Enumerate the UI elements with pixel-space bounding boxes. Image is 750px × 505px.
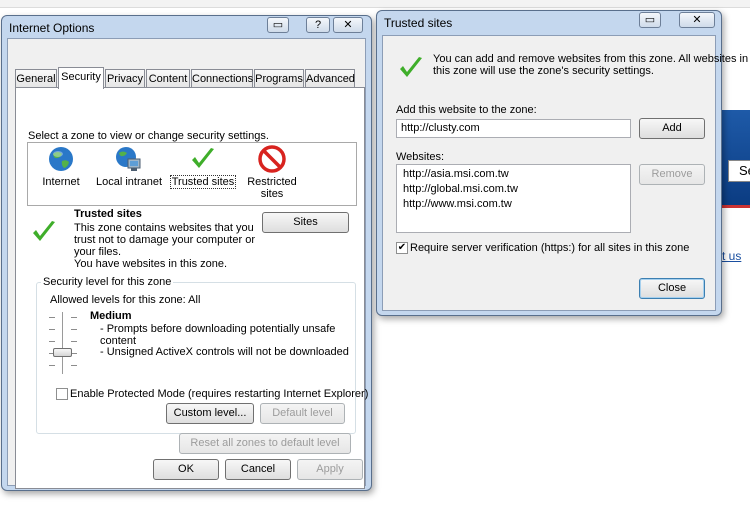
- tab-general[interactable]: General: [15, 69, 57, 88]
- zone-list[interactable]: Internet Local intranet Trusted sites Re…: [27, 142, 357, 206]
- restore-icon: ▭: [272, 19, 284, 31]
- restore-button[interactable]: ▭: [267, 17, 289, 33]
- globe-icon: [49, 147, 73, 171]
- require-https-label: Require server verification (https:) for…: [410, 242, 690, 254]
- internet-options-titlebar[interactable]: Internet Options ? ✕ ▭: [2, 16, 371, 40]
- security-level-slider[interactable]: [48, 310, 78, 376]
- browser-page-topbar: [0, 0, 750, 8]
- protected-mode-label: Enable Protected Mode (requires restarti…: [70, 388, 369, 400]
- intranet-icon: [116, 147, 141, 171]
- add-website-label: Add this website to the zone:: [396, 104, 537, 116]
- zone-desc-line: You have websites in this zone.: [74, 258, 228, 270]
- close-dialog-button[interactable]: Close: [639, 278, 705, 299]
- list-item[interactable]: http://global.msi.com.tw: [403, 183, 518, 195]
- reset-all-zones-button[interactable]: Reset all zones to default level: [179, 433, 351, 454]
- websites-list[interactable]: http://asia.msi.com.tw http://global.msi…: [396, 164, 631, 233]
- zone-restricted-sites[interactable]: Restricted sites: [240, 145, 304, 200]
- zone-trusted-sites[interactable]: Trusted sites: [166, 145, 240, 189]
- tab-programs[interactable]: Programs: [254, 69, 304, 88]
- close-icon: ✕: [692, 14, 702, 26]
- zone-label: Restricted: [247, 176, 297, 188]
- trusted-sites-titlebar[interactable]: Trusted sites ▭ ✕: [377, 11, 721, 35]
- zone-description: This zone contains websites that you tru…: [74, 222, 255, 270]
- security-tab-panel: Select a zone to view or change security…: [15, 87, 369, 489]
- page-accent-line: [720, 205, 750, 208]
- level-desc-line: - Prompts before downloading potentially…: [100, 323, 336, 335]
- window-title: Trusted sites: [384, 16, 453, 30]
- slider-thumb[interactable]: [53, 348, 72, 357]
- apply-button[interactable]: Apply: [297, 459, 363, 480]
- tab-content[interactable]: Content: [146, 69, 190, 88]
- trusted-sites-info: You can add and remove websites from thi…: [433, 53, 748, 77]
- zone-local-intranet[interactable]: Local intranet: [92, 145, 166, 188]
- level-desc-line: - Unsigned ActiveX controls will not be …: [100, 346, 349, 358]
- zone-internet[interactable]: Internet: [34, 145, 88, 188]
- slider-ticks: [49, 310, 55, 376]
- zone-label: Internet: [42, 176, 80, 188]
- info-line: You can add and remove websites from thi…: [433, 53, 749, 65]
- allowed-levels-label: Allowed levels for this zone: All: [50, 294, 201, 306]
- help-button[interactable]: ?: [306, 17, 330, 33]
- custom-level-button[interactable]: Custom level...: [166, 403, 254, 424]
- checkmark-icon: [33, 221, 55, 241]
- trusted-sites-client: You can add and remove websites from thi…: [382, 35, 748, 311]
- zone-prompt: Select a zone to view or change security…: [28, 130, 269, 142]
- require-https-checkbox[interactable]: ✔: [396, 242, 408, 254]
- zone-desc-line: your files.: [74, 246, 122, 258]
- page-search-button[interactable]: Se: [728, 160, 750, 182]
- sites-button[interactable]: Sites: [262, 212, 349, 233]
- level-description: - Prompts before downloading potentially…: [100, 323, 349, 359]
- security-level-title: Security level for this zone: [41, 276, 174, 288]
- info-line: this zone will use the zone's security s…: [433, 65, 654, 77]
- restore-button[interactable]: ▭: [639, 12, 661, 28]
- add-button[interactable]: Add: [639, 118, 705, 139]
- add-website-input[interactable]: http://clusty.com: [396, 119, 631, 138]
- trusted-sites-window: Trusted sites ▭ ✕ You can add and remove…: [376, 10, 748, 316]
- tab-security[interactable]: Security: [58, 67, 104, 89]
- zone-label: Trusted sites: [169, 175, 237, 189]
- restore-icon: ▭: [644, 14, 656, 26]
- window-title: Internet Options: [9, 21, 95, 35]
- slider-ticks-right: [71, 310, 77, 376]
- zone-desc-line: trust not to damage your computer or: [74, 234, 255, 246]
- zone-label-line2: sites: [260, 188, 284, 200]
- websites-label: Websites:: [396, 151, 445, 163]
- tab-connections[interactable]: Connections: [191, 69, 253, 88]
- protected-mode-checkbox[interactable]: [56, 388, 68, 400]
- slider-track: [62, 312, 64, 374]
- remove-button[interactable]: Remove: [639, 164, 705, 185]
- ok-button[interactable]: OK: [153, 459, 219, 480]
- internet-options-window: Internet Options ? ✕ ▭ General Security …: [1, 15, 372, 491]
- restricted-icon: [258, 145, 286, 173]
- close-icon: ✕: [343, 19, 353, 31]
- close-button[interactable]: ✕: [333, 17, 363, 33]
- checkmark-icon: [400, 57, 422, 77]
- cancel-button[interactable]: Cancel: [225, 459, 291, 480]
- zone-title: Trusted sites: [74, 208, 142, 220]
- checkmark-icon: [192, 148, 214, 168]
- internet-options-client: General Security Privacy Content Connect…: [7, 38, 369, 489]
- tab-advanced[interactable]: Advanced: [305, 69, 355, 88]
- list-item[interactable]: http://www.msi.com.tw: [403, 198, 512, 210]
- zone-desc-line: This zone contains websites that you: [74, 222, 254, 234]
- zone-label: Local intranet: [95, 176, 163, 188]
- level-name: Medium: [90, 310, 132, 322]
- tab-privacy[interactable]: Privacy: [105, 69, 145, 88]
- default-level-button[interactable]: Default level: [260, 403, 345, 424]
- list-item[interactable]: http://asia.msi.com.tw: [403, 168, 509, 180]
- close-button[interactable]: ✕: [679, 12, 715, 28]
